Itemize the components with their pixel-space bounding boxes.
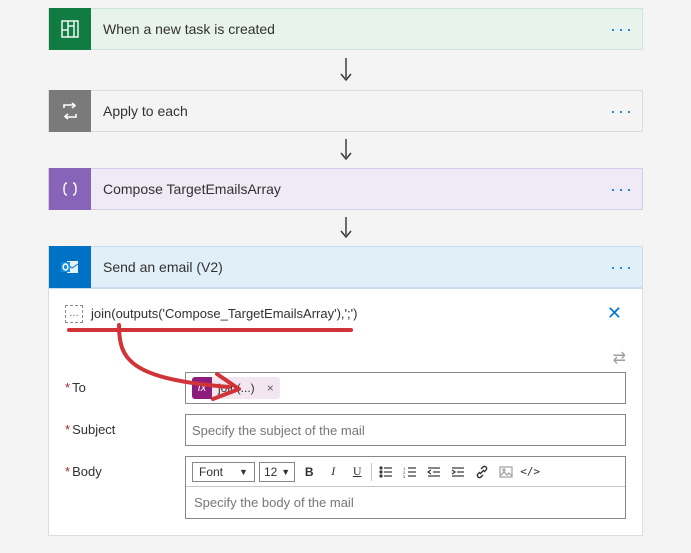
token-label: join(...) <box>212 381 261 395</box>
field-body-row: *Body Font▼ 12▼ B I U <box>65 456 626 519</box>
step-apply-to-each[interactable]: Apply to each ··· <box>48 90 643 132</box>
flow-canvas: When a new task is created ··· Apply to … <box>0 0 691 536</box>
body-input[interactable]: Specify the body of the mail <box>186 487 625 518</box>
step-trigger[interactable]: When a new task is created ··· <box>48 8 643 50</box>
chevron-down-icon: ▼ <box>281 467 290 477</box>
more-menu-icon[interactable]: ··· <box>602 101 642 122</box>
fx-icon: fx <box>192 377 212 399</box>
field-subject-label: *Subject <box>65 414 185 437</box>
field-to-label: *To <box>65 372 185 395</box>
step-title: Apply to each <box>91 103 602 119</box>
expression-icon: … <box>65 305 83 323</box>
field-body-label: *Body <box>65 456 185 479</box>
more-menu-icon[interactable]: ··· <box>602 19 642 40</box>
switch-mode-row: ⇄ <box>65 348 626 368</box>
size-select[interactable]: 12▼ <box>259 462 295 482</box>
link-button[interactable] <box>472 462 492 482</box>
field-to-row: *To fx join(...) × <box>65 372 626 404</box>
rte-toolbar: Font▼ 12▼ B I U 123 <box>186 457 625 487</box>
svg-text:3: 3 <box>403 474 406 478</box>
expression-peek: … join(outputs('Compose_TargetEmailsArra… <box>65 303 626 324</box>
step-title: When a new task is created <box>91 21 602 37</box>
switch-mode-icon[interactable]: ⇄ <box>613 348 626 368</box>
close-icon[interactable]: ✕ <box>603 303 626 324</box>
step-compose[interactable]: Compose TargetEmailsArray ··· <box>48 168 643 210</box>
font-select[interactable]: Font▼ <box>192 462 255 482</box>
step-title: Compose TargetEmailsArray <box>91 181 602 197</box>
code-view-button[interactable]: </> <box>520 462 540 482</box>
step-send-email-body: … join(outputs('Compose_TargetEmailsArra… <box>48 288 643 536</box>
connector-arrow <box>48 132 643 168</box>
expression-token[interactable]: fx join(...) × <box>192 377 280 399</box>
step-title: Send an email (V2) <box>91 259 602 275</box>
italic-button[interactable]: I <box>323 462 343 482</box>
bold-button[interactable]: B <box>299 462 319 482</box>
body-editor: Font▼ 12▼ B I U 123 <box>185 456 626 519</box>
token-remove-icon[interactable]: × <box>261 381 280 395</box>
chevron-down-icon: ▼ <box>239 467 248 477</box>
image-button[interactable] <box>496 462 516 482</box>
loop-icon <box>49 90 91 132</box>
planner-icon <box>49 8 91 50</box>
divider <box>371 463 372 481</box>
underline-button[interactable]: U <box>347 462 367 482</box>
field-subject-row: *Subject Specify the subject of the mail <box>65 414 626 446</box>
connector-arrow <box>48 210 643 246</box>
subject-input[interactable]: Specify the subject of the mail <box>185 414 626 446</box>
number-list-button[interactable]: 123 <box>400 462 420 482</box>
annotation-underline <box>65 330 626 348</box>
bullet-list-button[interactable] <box>376 462 396 482</box>
to-input[interactable]: fx join(...) × <box>185 372 626 404</box>
outdent-button[interactable] <box>424 462 444 482</box>
outlook-icon <box>49 246 91 288</box>
compose-icon <box>49 168 91 210</box>
more-menu-icon[interactable]: ··· <box>602 179 642 200</box>
expression-text: join(outputs('Compose_TargetEmailsArray'… <box>91 306 357 321</box>
step-send-email[interactable]: Send an email (V2) ··· <box>48 246 643 288</box>
connector-arrow <box>48 50 643 90</box>
indent-button[interactable] <box>448 462 468 482</box>
more-menu-icon[interactable]: ··· <box>602 257 642 278</box>
